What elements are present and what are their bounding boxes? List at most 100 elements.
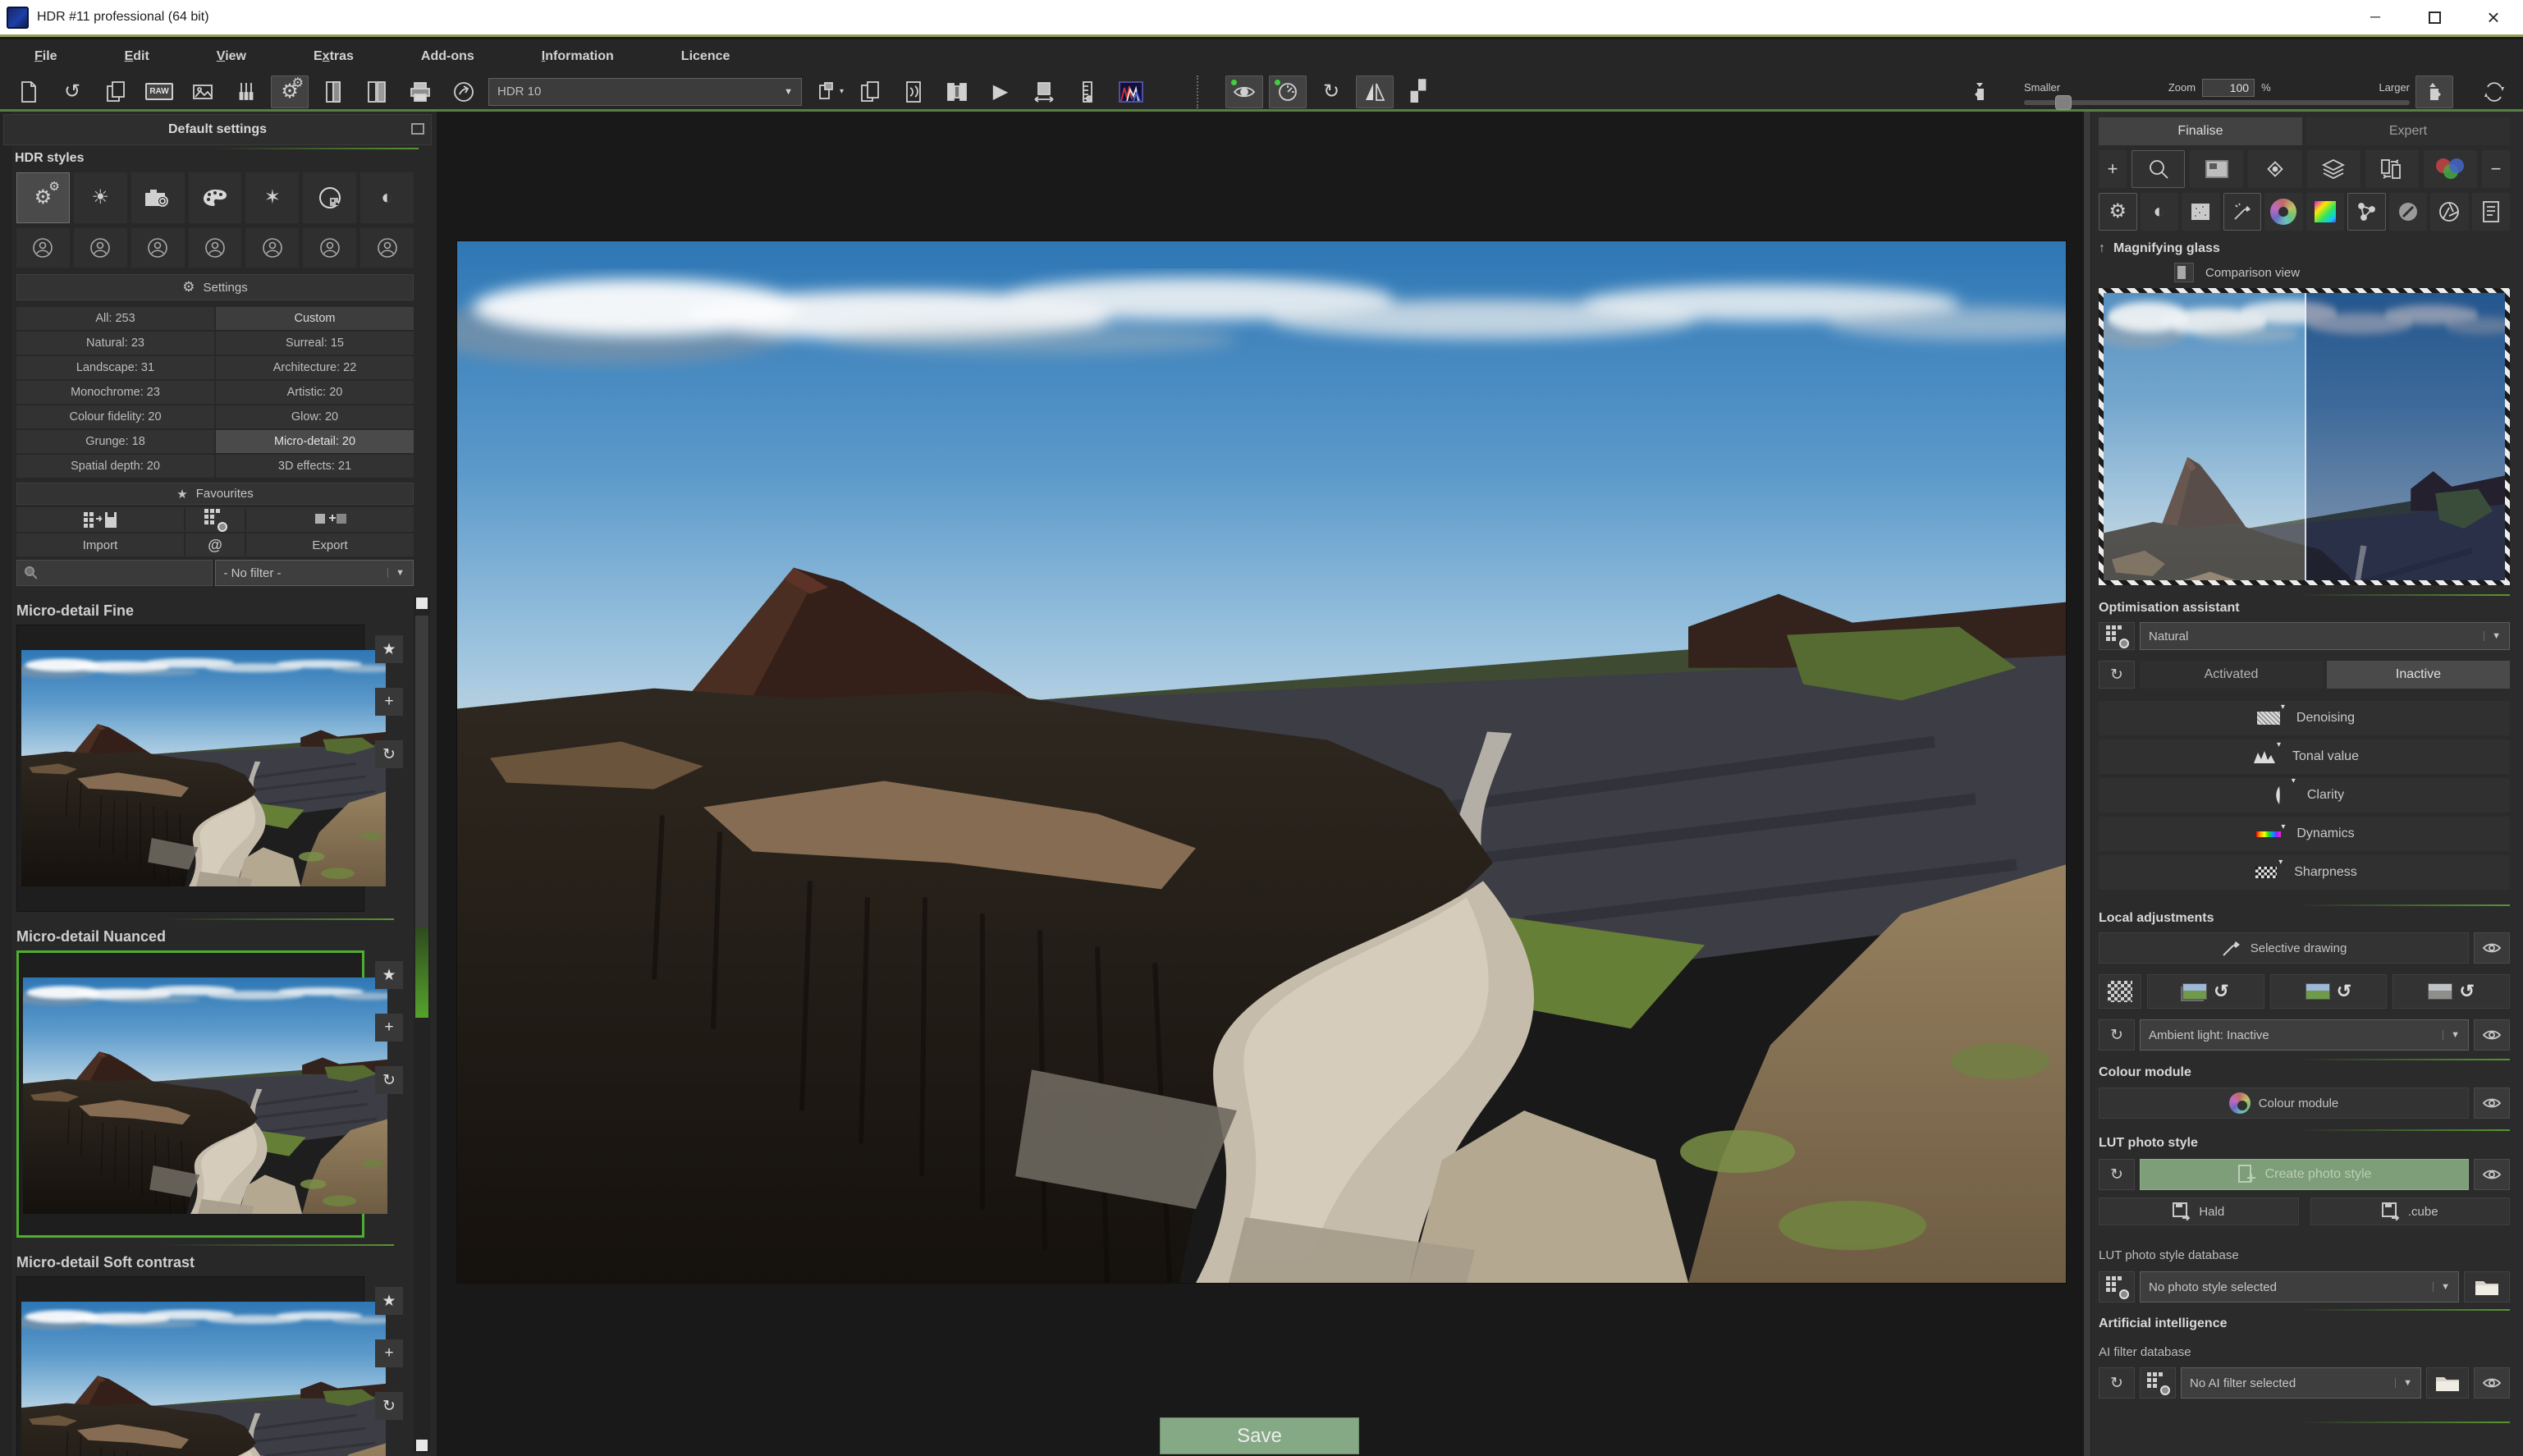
brush-tools-button[interactable] [227,76,265,108]
panel-splitter[interactable] [2084,112,2091,1456]
ai-preview-button[interactable] [2474,1367,2510,1399]
main-image-view[interactable] [457,241,2066,1283]
refresh-preset-button[interactable]: ↻ [375,1066,403,1094]
user-slot-3-button[interactable] [131,228,185,268]
category-grunge[interactable]: Grunge: 18 [16,430,214,453]
at-button[interactable]: @ [185,533,245,556]
alignment-target-button[interactable] [2248,150,2301,188]
preset-database-button[interactable] [2099,622,2135,650]
preset-list-scrollbar[interactable] [414,596,430,1453]
lut-preview-button[interactable] [2474,1159,2510,1190]
ai-open-folder-button[interactable] [2426,1367,2469,1399]
category-3d-effects[interactable]: 3D effects: 21 [216,455,414,478]
import-label-button[interactable]: Import [16,533,184,556]
composing-gray-button[interactable]: ↺ [2392,974,2510,1009]
preview-play-button[interactable]: ▶ [982,76,1019,108]
add-preset-button[interactable]: + [375,1014,403,1042]
add-panel-button[interactable]: + [2099,150,2127,188]
category-surreal[interactable]: Surreal: 15 [216,332,414,355]
style-mechanics-button[interactable]: ⚙⚙ [16,172,70,223]
reset-ambient-button[interactable]: ↻ [2099,1019,2135,1051]
zoom-value-input[interactable]: 100 [2202,79,2255,97]
maximize-button[interactable] [2405,0,2464,34]
category-architecture[interactable]: Architecture: 22 [216,356,414,379]
add-preset-button[interactable]: + [375,1339,403,1367]
lut-open-folder-button[interactable] [2464,1271,2510,1303]
split-view-button[interactable] [938,76,976,108]
preset-search-box[interactable] [16,560,213,586]
original-preview-button[interactable] [1225,76,1263,108]
rotate-view-button[interactable] [2475,76,2513,108]
selective-drawing-button[interactable]: Selective drawing [2099,932,2469,964]
aperture-module-button[interactable] [2430,193,2469,231]
category-micro-detail[interactable]: Micro-detail: 20 [216,430,414,453]
zoom-in-page-button[interactable] [2415,76,2453,108]
scroll-up-button[interactable] [416,598,428,609]
import-presets-button[interactable] [16,507,184,532]
composing-ground-button[interactable]: ↺ [2270,974,2388,1009]
tab-expert[interactable]: Expert [2306,117,2510,145]
recalculate-button[interactable]: ↻ [1312,76,1350,108]
user-slot-4-button[interactable] [189,228,242,268]
magnifier-tool-button[interactable] [2132,150,2185,188]
preset-thumbnail[interactable] [16,1276,364,1456]
lut-database-dropdown[interactable]: No photo style selected ▼ [2140,1271,2459,1303]
colour-module-button[interactable]: Colour module [2099,1087,2469,1119]
compare-files-button[interactable] [358,76,396,108]
user-slot-5-button[interactable] [245,228,299,268]
category-monochrome[interactable]: Monochrome: 23 [16,381,214,404]
flip-horizontal-button[interactable] [1356,76,1394,108]
new-project-button[interactable] [10,76,48,108]
lut-database-grid-button[interactable] [2099,1271,2135,1303]
image-browser-button[interactable] [184,76,222,108]
preset-item[interactable]: Micro-detail Soft contrast ★ + ↻ [0,1254,437,1456]
user-slot-2-button[interactable] [74,228,127,268]
style-brightness-button[interactable]: ☀ [74,172,127,223]
ambient-light-dropdown[interactable]: Ambient light: Inactive ▼ [2140,1019,2469,1051]
project-selector[interactable]: HDR 10 ▼ [488,78,802,106]
ambient-preview-button[interactable] [2474,1019,2510,1051]
style-effects-button[interactable]: ✶ [245,172,299,223]
preset-thumbnail-selected[interactable] [16,950,364,1238]
refresh-preset-button[interactable]: ↻ [375,1392,403,1420]
export-variants-button[interactable] [314,76,352,108]
remove-panel-button[interactable]: − [2482,150,2510,188]
menu-view[interactable]: View [208,49,254,64]
duplicate-button[interactable] [851,76,889,108]
composing-sky-button[interactable]: ↺ [2147,974,2264,1009]
style-palette-button[interactable] [189,172,242,223]
picture-in-picture-button[interactable] [2190,150,2243,188]
comparison-checkbox[interactable] [2174,263,2194,282]
script-button[interactable] [895,76,932,108]
print-button[interactable] [401,76,439,108]
ai-database-dropdown[interactable]: No AI filter selected ▼ [2181,1367,2421,1399]
post-processing-button[interactable]: ⚙⚙ [271,76,309,108]
search-input[interactable] [42,566,204,579]
batch-processing-button[interactable]: ▾ [808,76,845,108]
tab-finalise[interactable]: Finalise [2099,117,2302,145]
exposure-column-button[interactable] [1069,76,1106,108]
reset-optimisation-button[interactable]: ↻ [2099,661,2135,689]
preset-item-selected[interactable]: Micro-detail Nuanced ★ + ↻ [0,928,437,1238]
up-arrow-icon[interactable]: ↑ [2099,241,2105,256]
favourite-star-button[interactable]: ★ [375,635,403,663]
grain-module-button[interactable] [2182,193,2220,231]
reset-ai-button[interactable]: ↻ [2099,1367,2135,1399]
minimize-button[interactable]: ─ [2346,0,2405,34]
layers-button[interactable] [2307,150,2360,188]
settings-button[interactable]: ⚙ Settings [16,274,414,300]
ai-database-grid-button[interactable] [2140,1367,2176,1399]
save-button[interactable]: Save [1160,1417,1359,1454]
preset-thumbnail[interactable] [16,625,364,912]
menu-extras[interactable]: Extras [305,49,362,64]
raw-develop-button[interactable]: RAW [140,76,178,108]
histogram-button[interactable] [1112,76,1150,108]
image-size-button[interactable] [1025,76,1063,108]
lut-cube-module-button[interactable] [2306,193,2345,231]
dynamics-button[interactable]: ▾ Dynamics [2099,817,2510,851]
hald-export-button[interactable]: Hald [2099,1197,2299,1225]
style-contrast-button[interactable]: ◐ [360,172,414,223]
zoom-slider-thumb[interactable] [2055,95,2072,110]
scroll-down-button[interactable] [416,1440,428,1451]
colour-module-preview-button[interactable] [2474,1087,2510,1119]
